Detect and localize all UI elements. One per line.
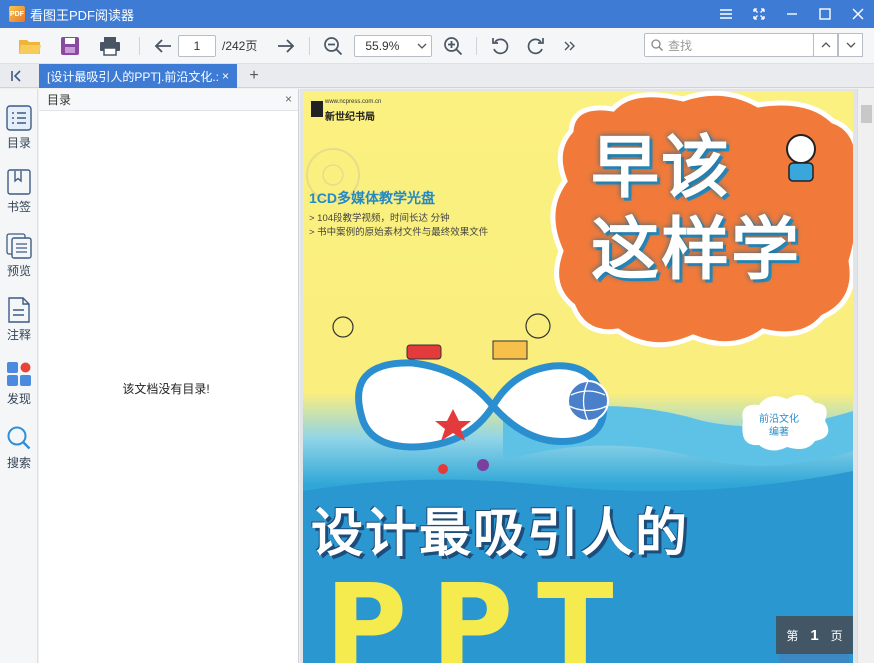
sidebar: 目录 书签 预览 注释 发现 搜索 <box>0 89 38 663</box>
toolbar-divider <box>476 36 478 55</box>
save-icon <box>61 36 79 55</box>
outline-title: 目录 <box>47 93 72 107</box>
scrollbar-thumb[interactable] <box>861 105 872 123</box>
tab-label: [设计最吸引人的PPT].前沿文化.: <box>47 69 219 84</box>
open-file-button[interactable] <box>15 32 45 60</box>
publisher-name: 新世纪书局 <box>325 112 375 123</box>
sidebar-item-annotations[interactable]: 注释 <box>0 297 38 353</box>
search-input[interactable]: 查找 <box>644 33 814 57</box>
search-placeholder: 查找 <box>668 38 693 53</box>
save-button[interactable] <box>55 32 85 60</box>
sidebar-item-label: 预览 <box>6 264 31 278</box>
rotate-left-icon <box>492 37 509 54</box>
chevron-up-icon <box>821 42 830 48</box>
next-page-button[interactable] <box>271 32 301 60</box>
publisher-url: www.ncpress.com.cn <box>325 99 382 105</box>
menu-icon[interactable] <box>709 0 742 28</box>
page-total: /242页 <box>222 39 258 53</box>
close-button[interactable] <box>841 0 874 28</box>
cover-ppt-title: PPT <box>325 561 638 663</box>
pdf-page: www.ncpress.com.cn 新世纪书局 1CD多媒体教学光盘 > 10… <box>303 91 853 663</box>
zoom-in-button[interactable] <box>438 32 468 60</box>
toolbar-divider <box>309 36 311 55</box>
cd-bullet: > 书中案例的原始素材文件与最终效果文件 <box>309 227 489 238</box>
sidebar-item-label: 书签 <box>6 200 31 214</box>
rotate-right-button[interactable] <box>521 32 551 60</box>
sidebar-item-thumbnails[interactable]: 预览 <box>0 233 38 289</box>
publisher-logo: www.ncpress.com.cn 新世纪书局 <box>309 99 399 123</box>
collapse-left-icon <box>11 70 21 82</box>
chevron-down-icon <box>417 43 427 49</box>
minimize-button[interactable] <box>775 0 808 28</box>
tab-bar: [设计最吸引人的PPT].前沿文化.: × + <box>0 64 874 88</box>
thumbnails-icon <box>6 233 32 259</box>
outline-empty-message: 该文档没有目录! <box>122 382 210 396</box>
page-number-input[interactable]: 1 <box>178 34 216 57</box>
sidebar-item-label: 搜索 <box>6 456 31 470</box>
app-logo-icon: PDF <box>9 6 25 22</box>
cover-main-title: 设计最吸引人的 <box>311 505 690 563</box>
tab-close-icon[interactable]: × <box>222 69 229 83</box>
list-icon <box>6 105 32 131</box>
zoom-out-icon <box>324 36 343 55</box>
chevron-down-icon <box>846 42 855 48</box>
author-role: 编著 <box>769 427 789 438</box>
zoom-select[interactable]: 55.9% <box>354 34 433 57</box>
more-tools-button[interactable] <box>555 32 585 60</box>
bookmark-icon <box>7 169 31 195</box>
search-previous-button[interactable] <box>813 33 838 57</box>
cd-bullet: > 104段教学视频，时间长达 分钟 <box>309 213 450 224</box>
page-indicator-prefix: 第 <box>786 628 799 643</box>
zoom-value: 55.9% <box>365 38 400 53</box>
document-view[interactable]: www.ncpress.com.cn 新世纪书局 1CD多媒体教学光盘 > 10… <box>300 89 874 663</box>
cover-cloud-title: 早该 这样学 <box>591 127 801 291</box>
previous-page-button[interactable] <box>148 32 178 60</box>
vertical-scrollbar[interactable] <box>857 89 874 663</box>
main-toolbar: 1 /242页 55.9% 查找 <box>0 28 874 64</box>
discover-icon <box>7 362 31 386</box>
cd-headline: 1CD多媒体教学光盘 <box>309 190 436 206</box>
printer-icon <box>100 36 120 56</box>
page-indicator-number: 1 <box>810 626 819 644</box>
page-indicator-suffix: 页 <box>830 628 843 643</box>
rotate-right-icon <box>528 37 545 54</box>
title-bar: PDF 看图王PDF阅读器 <box>0 0 874 28</box>
publisher-mark-icon <box>311 101 323 117</box>
sidebar-item-search[interactable]: 搜索 <box>0 425 38 481</box>
print-button[interactable] <box>95 32 125 60</box>
sidebar-item-outline[interactable]: 目录 <box>0 105 38 161</box>
arrow-left-icon <box>154 38 171 53</box>
page-indicator: 第 1 页 <box>776 616 853 654</box>
rotate-left-button[interactable] <box>485 32 515 60</box>
folder-icon <box>19 39 41 54</box>
collapse-sidebar-button[interactable] <box>6 66 30 86</box>
new-tab-button[interactable]: + <box>245 66 263 86</box>
sidebar-item-label: 注释 <box>6 328 31 342</box>
zoom-in-icon <box>444 36 463 55</box>
cloud-title-line: 早该 <box>591 130 732 206</box>
double-chevron-right-icon <box>564 41 576 50</box>
tab-document[interactable]: [设计最吸引人的PPT].前沿文化.: × <box>39 64 237 88</box>
maximize-button[interactable] <box>808 0 841 28</box>
author-name: 前沿文化 <box>759 414 799 425</box>
toolbar-divider <box>139 36 140 55</box>
window-title: 看图王PDF阅读器 <box>30 7 135 23</box>
sidebar-item-label: 目录 <box>6 136 31 150</box>
window-controls <box>709 0 874 28</box>
fullscreen-icon[interactable] <box>742 0 775 28</box>
outline-close-icon[interactable]: × <box>285 92 292 106</box>
outline-header: 目录 × <box>39 89 298 111</box>
search-next-button[interactable] <box>838 33 863 57</box>
annotation-icon <box>8 297 30 323</box>
search-icon <box>651 39 663 51</box>
cover-author: 前沿文化 编著 <box>739 413 819 439</box>
sidebar-item-bookmarks[interactable]: 书签 <box>0 169 38 225</box>
arrow-right-icon <box>278 38 295 53</box>
search-icon <box>7 426 31 450</box>
outline-panel: 目录 × 该文档没有目录! <box>39 89 299 663</box>
cloud-title-line: 这样学 <box>591 212 802 288</box>
sidebar-item-discover[interactable]: 发现 <box>0 361 38 417</box>
zoom-out-button[interactable] <box>318 32 348 60</box>
sidebar-item-label: 发现 <box>6 392 31 406</box>
